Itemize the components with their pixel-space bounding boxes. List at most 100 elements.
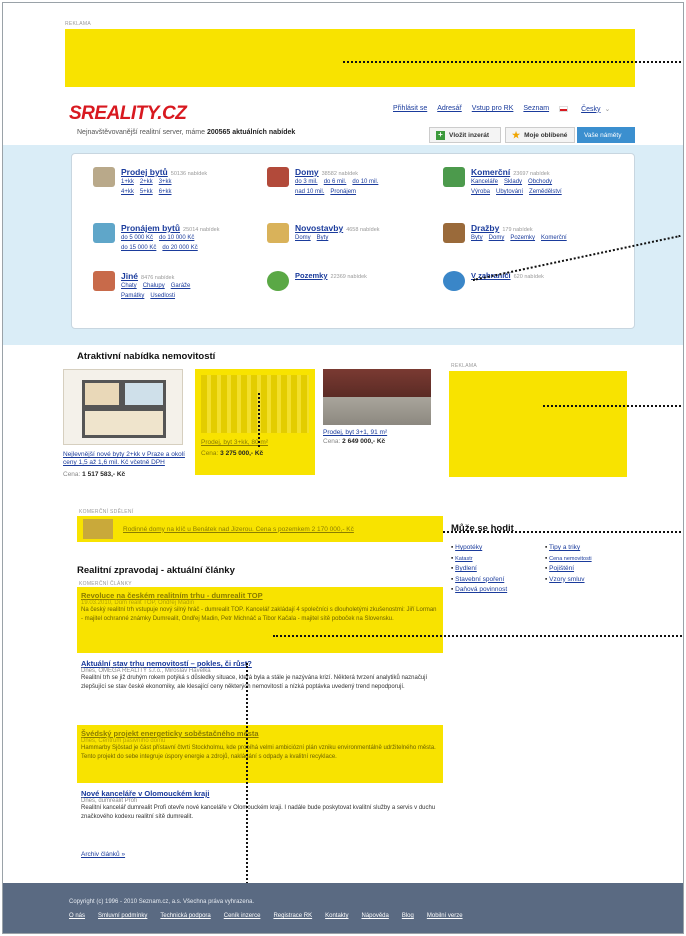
- category-link[interactable]: Výroba: [471, 189, 490, 195]
- agency-login-link[interactable]: Vstup pro RK: [472, 105, 514, 113]
- sponsored-banner[interactable]: Rodinné domy na klíč u Benátek nad Jizer…: [77, 516, 443, 542]
- footer-link[interactable]: Blog: [402, 913, 414, 919]
- useful-link[interactable]: Stavební spoření: [455, 576, 504, 583]
- article-title[interactable]: Aktuální stav trhu nemovitostí – pokles,…: [81, 659, 252, 668]
- category-link[interactable]: 1+kk: [121, 179, 134, 185]
- footer-link[interactable]: Mobilní verze: [427, 913, 463, 919]
- archive-link[interactable]: Archiv článků »: [81, 851, 125, 858]
- category-link[interactable]: 5+kk: [140, 189, 153, 195]
- article-title[interactable]: Nové kanceláře v Olomouckém kraji: [81, 789, 209, 798]
- footer-link[interactable]: Smluvní podmínky: [98, 913, 147, 919]
- category-link[interactable]: Garáže: [171, 283, 191, 289]
- category-link[interactable]: 2+kk: [140, 179, 153, 185]
- category-link[interactable]: Domy: [489, 235, 505, 241]
- category-link[interactable]: Zemědělství: [529, 189, 562, 195]
- offer-card[interactable]: Nejlevnější nové byty 2+kk v Praze a oko…: [63, 369, 187, 478]
- category-link[interactable]: Chalupy: [143, 283, 165, 289]
- category-link[interactable]: do 10 mil.: [352, 179, 378, 185]
- useful-link[interactable]: Hypotéky: [455, 544, 482, 551]
- category-link[interactable]: 6+kk: [159, 189, 172, 195]
- footer-link[interactable]: Technická podpora: [160, 913, 210, 919]
- apartment-building-image[interactable]: [201, 375, 309, 433]
- category-prodej-bytu: Prodej bytů 50136 nabídek 1+kk 2+kk 3+kk 4+…: [93, 167, 207, 197]
- top-ad-banner[interactable]: [65, 29, 635, 87]
- useful-link[interactable]: Tipy a triky: [549, 544, 580, 551]
- category-link[interactable]: Památky: [121, 293, 144, 299]
- category-link[interactable]: Pronájem: [330, 189, 356, 195]
- language-label: Česky: [581, 105, 601, 113]
- footer-link[interactable]: Nápověda: [361, 913, 388, 919]
- house-icon: [267, 167, 289, 187]
- category-title[interactable]: Novostavby: [295, 223, 343, 233]
- category-link[interactable]: Ubytování: [496, 189, 523, 195]
- useful-link[interactable]: Vzory smluv: [549, 576, 584, 583]
- category-link[interactable]: 3+kk: [159, 179, 172, 185]
- office-chair-icon: [443, 167, 465, 187]
- category-link[interactable]: do 10 000 Kč: [159, 235, 194, 241]
- category-title[interactable]: Dražby: [471, 223, 499, 233]
- category-link[interactable]: nad 10 mil.: [295, 189, 324, 195]
- useful-link[interactable]: Pojištění: [549, 565, 574, 572]
- offer-title[interactable]: Prodej, byt 3+1, 91 m²: [323, 429, 433, 436]
- side-ad-label: REKLAMA: [451, 363, 477, 369]
- article-title[interactable]: Švédský projekt energeticky soběstačného…: [81, 729, 259, 738]
- insert-label: Vložit inzerát: [449, 131, 490, 139]
- category-title[interactable]: Pozemky: [295, 271, 328, 280]
- favorites-button[interactable]: ★ Moje oblíbené: [505, 127, 575, 143]
- category-title[interactable]: Domy: [295, 167, 319, 177]
- language-selector[interactable]: Česky ⌄: [559, 105, 610, 113]
- category-count: 620 nabídek: [513, 274, 544, 280]
- category-link[interactable]: Sklady: [504, 179, 522, 185]
- category-title[interactable]: Komerční: [471, 167, 510, 177]
- star-icon: ★: [512, 129, 521, 140]
- insert-listing-button[interactable]: + Vložit inzerát: [429, 127, 501, 143]
- category-drazby: Dražby 179 nabídek Byty Domy Pozemky Komerčn…: [443, 223, 573, 243]
- category-link[interactable]: Obchody: [528, 179, 552, 185]
- offers-heading: Atraktivní nabídka nemovitostí: [77, 351, 216, 362]
- category-link[interactable]: Pozemky: [510, 235, 535, 241]
- useful-link[interactable]: Daňová povinnost: [455, 586, 507, 593]
- sponsored-link[interactable]: Rodinné domy na klíč u Benátek nad Jizer…: [123, 526, 354, 533]
- category-link[interactable]: Usedlosti: [150, 293, 175, 299]
- category-link[interactable]: Kanceláře: [471, 179, 498, 185]
- directory-link[interactable]: Adresář: [437, 105, 462, 113]
- category-link[interactable]: do 5 000 Kč: [121, 235, 153, 241]
- useful-col-1: ▪ Hypotéky ▪ Katastr ▪ Bydlení ▪ Stavebn…: [451, 544, 508, 593]
- ideas-button[interactable]: Vaše náměty: [577, 127, 635, 143]
- footer-link[interactable]: Ceník inzerce: [224, 913, 261, 919]
- category-title[interactable]: Pronájem bytů: [121, 223, 180, 233]
- useful-link[interactable]: Bydlení: [455, 565, 477, 572]
- footer-link[interactable]: O nás: [69, 913, 85, 919]
- category-link[interactable]: do 6 mil.: [324, 179, 347, 185]
- house-thumbnail: [83, 519, 113, 539]
- floor-plan-image[interactable]: [63, 369, 183, 445]
- offer-title[interactable]: Nejlevnější nové byty 2+kk v Praze a oko…: [63, 451, 187, 467]
- footer-link[interactable]: Registrace RK: [273, 913, 312, 919]
- category-title[interactable]: Jiné: [121, 271, 138, 281]
- site-logo[interactable]: SREALITY.CZ: [69, 103, 187, 125]
- category-link[interactable]: do 3 mil.: [295, 179, 318, 185]
- category-pozemky: Pozemky 22369 nabídek: [267, 271, 367, 291]
- login-link[interactable]: Přihlásit se: [393, 105, 427, 113]
- useful-link[interactable]: Katastr: [455, 556, 472, 562]
- category-title[interactable]: Prodej bytů: [121, 167, 168, 177]
- offer-title[interactable]: Prodej, byt 3+kk, 80 m²: [201, 439, 309, 446]
- category-link[interactable]: Domy: [295, 235, 311, 241]
- article: Aktuální stav trhu nemovitostí – pokles,…: [81, 659, 441, 691]
- highlighted-offer-card[interactable]: Prodej, byt 3+kk, 80 m² Cena: 3 275 000,…: [195, 369, 315, 475]
- category-link[interactable]: Byty: [317, 235, 329, 241]
- side-ad-banner[interactable]: [449, 371, 627, 477]
- category-link[interactable]: 4+kk: [121, 189, 134, 195]
- useful-link[interactable]: Cena nemovitosti: [549, 556, 592, 562]
- seznam-link[interactable]: Seznam: [523, 105, 549, 113]
- footer-link[interactable]: Kontakty: [325, 913, 348, 919]
- category-link[interactable]: Byty: [471, 235, 483, 241]
- category-link[interactable]: do 15 000 Kč: [121, 245, 156, 251]
- category-link[interactable]: Chaty: [121, 283, 137, 289]
- living-room-photo[interactable]: [323, 369, 431, 425]
- article-title[interactable]: Revoluce na českém realitním trhu - dumr…: [81, 591, 263, 600]
- tree-icon: [267, 271, 289, 291]
- category-link[interactable]: do 20 000 Kč: [162, 245, 197, 251]
- category-link[interactable]: Komerční: [541, 235, 567, 241]
- offer-card[interactable]: Prodej, byt 3+1, 91 m² Cena: 2 649 000,-…: [323, 369, 433, 445]
